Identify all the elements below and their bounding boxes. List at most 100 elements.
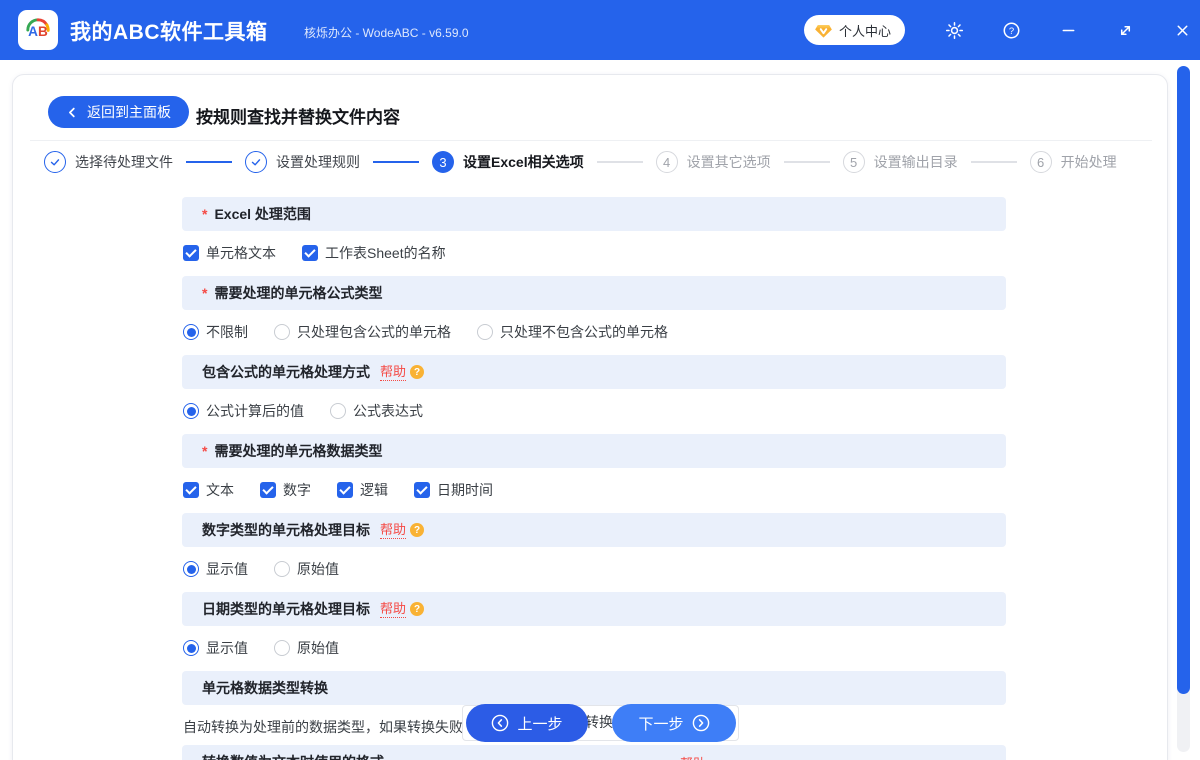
radio-option[interactable]: 原始值 [274,638,339,658]
radio-icon[interactable] [183,561,199,577]
form-section: 日期类型的单元格处理目标帮助? 显示值 原始值 [182,592,1006,671]
step-3: 3设置Excel相关选项 [432,151,584,173]
checkbox-icon[interactable] [183,482,199,498]
radio-option[interactable]: 公式表达式 [330,401,423,421]
option-label: 不限制 [206,322,248,342]
step-label: 选择待处理文件 [75,152,173,172]
option-label: 公式表达式 [353,401,423,421]
close-icon[interactable] [1167,15,1197,45]
section-title: 日期类型的单元格处理目标 [202,599,370,619]
circle-chevron-left-icon [491,714,509,732]
settings-icon[interactable] [939,15,969,45]
step-1: 选择待处理文件 [44,151,173,173]
section-header: 单元格数据类型转换 [182,671,1006,705]
checkbox-option[interactable]: 工作表Sheet的名称 [302,243,446,263]
section-controls-row: 显示值 原始值 [182,636,1006,660]
radio-icon[interactable] [330,403,346,419]
section-header: 日期类型的单元格处理目标帮助? [182,592,1006,626]
option-label: 逻辑 [360,480,388,500]
wizard-stepper: 选择待处理文件设置处理规则3设置Excel相关选项4设置其它选项5设置输出目录6… [44,150,1117,174]
form-section: 数字类型的单元格处理目标帮助? 显示值 原始值 [182,513,1006,592]
radio-option[interactable]: 不限制 [183,322,248,342]
help-question-icon[interactable]: ? [410,602,424,616]
radio-icon[interactable] [274,324,290,340]
step-connector [373,161,419,163]
scrollbar-track[interactable] [1177,66,1190,752]
radio-option[interactable]: 原始值 [274,559,339,579]
section-title: 单元格数据类型转换 [202,678,328,698]
help-question-icon[interactable]: ? [410,365,424,379]
option-label: 工作表Sheet的名称 [325,243,446,263]
form-section: *需要处理的单元格公式类型不限制 只处理包含公式的单元格 只处理不包含公式的单元格 [182,276,1006,355]
radio-option[interactable]: 显示值 [183,559,248,579]
header-divider [30,140,1152,141]
scrollbar-thumb[interactable] [1177,66,1190,694]
radio-icon[interactable] [183,640,199,656]
step-label: 设置处理规则 [276,152,360,172]
section-controls-row: 单元格文本 工作表Sheet的名称 [182,241,1006,265]
section-controls-row: 显示值 原始值 [182,557,1006,581]
required-asterisk: * [202,206,207,222]
checkbox-icon[interactable] [260,482,276,498]
checkbox-option[interactable]: 日期时间 [414,480,493,500]
section-title: 包含公式的单元格处理方式 [202,362,370,382]
section-header: 数字类型的单元格处理目标帮助? [182,513,1006,547]
chevron-left-icon [66,106,79,119]
app-logo-icon: AB [18,10,58,50]
section-title: Excel 处理范围 [214,204,310,224]
help-question-icon[interactable]: ? [410,523,424,537]
radio-option[interactable]: 只处理不包含公式的单元格 [477,322,668,342]
option-label: 原始值 [297,559,339,579]
checkbox-option[interactable]: 单元格文本 [183,243,276,263]
help-link[interactable]: 帮助 [380,522,406,539]
section-controls-row: 公式计算后的值 公式表达式 [182,399,1006,423]
previous-step-label: 上一步 [517,713,562,734]
radio-option[interactable]: 公式计算后的值 [183,401,304,421]
user-center-label: 个人中心 [839,21,891,40]
checkbox-icon[interactable] [183,245,199,261]
radio-icon[interactable] [274,640,290,656]
option-label: 数字 [283,480,311,500]
radio-option[interactable]: 显示值 [183,638,248,658]
section-header: 包含公式的单元格处理方式帮助? [182,355,1006,389]
checkbox-option[interactable]: 逻辑 [337,480,388,500]
step-connector [597,161,643,163]
section-description: 自动转换为处理前的数据类型，如果转换失败 [183,717,463,737]
checkbox-icon[interactable] [302,245,318,261]
checkbox-icon[interactable] [414,482,430,498]
form-section: 包含公式的单元格处理方式帮助? 公式计算后的值 公式表达式 [182,355,1006,434]
radio-icon[interactable] [274,561,290,577]
next-step-button[interactable]: 下一步 [612,704,736,742]
previous-step-button[interactable]: 上一步 [466,704,588,742]
back-to-dashboard-button[interactable]: 返回到主面板 [48,96,189,128]
user-center-button[interactable]: 个人中心 [804,15,905,45]
option-label: 原始值 [297,638,339,658]
section-controls-row: 文本 数字 逻辑 日期时间 [182,478,1006,502]
checkbox-option[interactable]: 文本 [183,480,234,500]
minimize-icon[interactable] [1053,15,1083,45]
option-label: 只处理不包含公式的单元格 [500,322,668,342]
checkbox-icon[interactable] [337,482,353,498]
step-check-icon [245,151,267,173]
section-header: *需要处理的单元格公式类型 [182,276,1006,310]
help-link[interactable]: 帮助 [380,364,406,381]
radio-icon[interactable] [477,324,493,340]
section-title: 数字类型的单元格处理目标 [202,520,370,540]
step-check-icon [44,151,66,173]
checkbox-option[interactable]: 数字 [260,480,311,500]
radio-icon[interactable] [183,403,199,419]
help-link[interactable]: 帮助 [380,601,406,618]
section-title: 需要处理的单元格数据类型 [214,441,382,461]
radio-option[interactable]: 只处理包含公式的单元格 [274,322,451,342]
step-number-badge: 3 [432,151,454,173]
resize-icon[interactable] [1110,15,1140,45]
option-label: 单元格文本 [206,243,276,263]
step-number-badge: 6 [1030,151,1052,173]
clipped-help-link[interactable]: 帮助 [680,753,706,760]
option-label: 显示值 [206,638,248,658]
step-2: 设置处理规则 [245,151,360,173]
step-4: 4设置其它选项 [656,151,771,173]
section-controls-row: 不限制 只处理包含公式的单元格 只处理不包含公式的单元格 [182,320,1006,344]
radio-icon[interactable] [183,324,199,340]
help-icon[interactable]: ? [996,15,1026,45]
